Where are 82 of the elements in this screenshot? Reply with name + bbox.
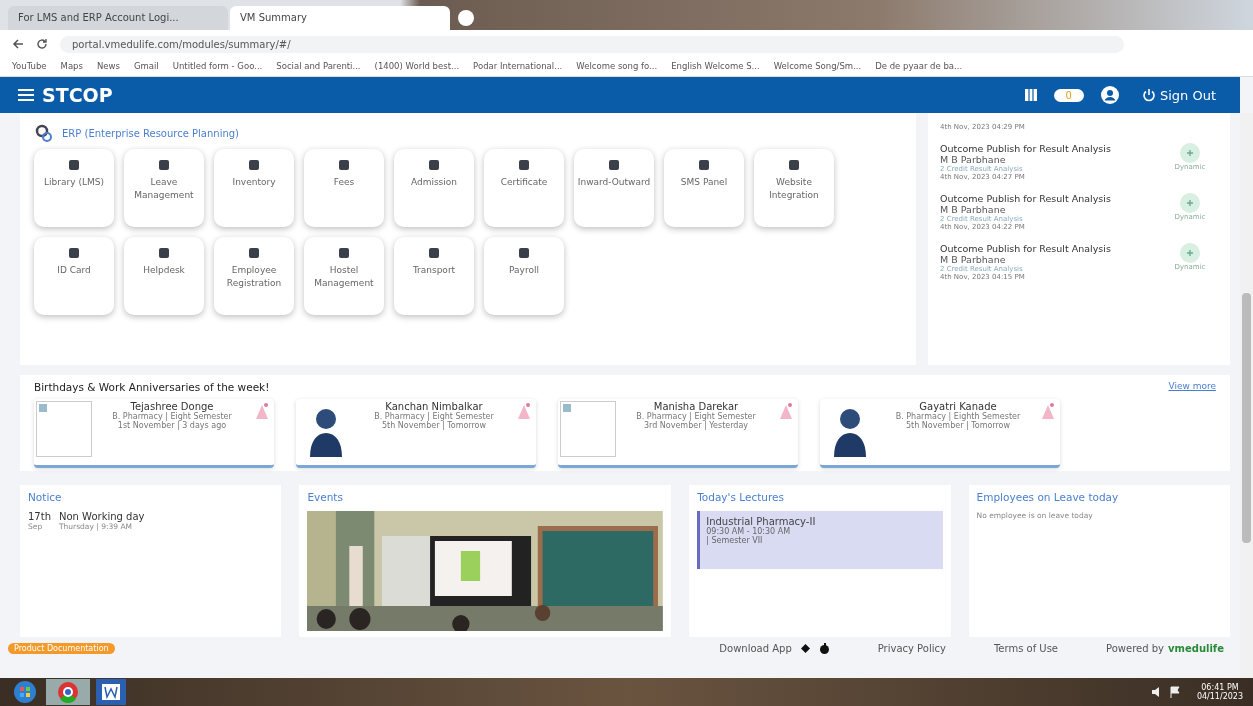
terms-link[interactable]: Terms of Use — [993, 642, 1059, 654]
activity-author: M B Parbhane — [940, 154, 1007, 165]
module-tile[interactable]: Library (LMS) — [34, 149, 114, 227]
bookmark[interactable]: Untitled form - Goo... — [172, 58, 263, 76]
person-course: B. Pharmacy | Eight Semester — [635, 412, 757, 421]
section-title: ERP (Enterprise Resource Planning) — [62, 127, 239, 139]
flag-icon[interactable] — [1168, 686, 1181, 698]
browser-tab[interactable]: VM Summary — [230, 6, 450, 30]
browser-taskbar-icon[interactable] — [46, 679, 90, 705]
module-tile[interactable]: ID Card — [34, 237, 114, 315]
document-taskbar-icon[interactable] — [96, 679, 126, 705]
bookmark[interactable]: Podar International... — [473, 58, 563, 76]
module-tile[interactable]: Admission — [394, 149, 474, 227]
module-tile[interactable]: Certificate — [484, 149, 564, 227]
user-icon[interactable] — [1099, 85, 1120, 105]
privacy-link[interactable]: Privacy Policy — [877, 642, 946, 654]
card-title: Today's Lectures — [697, 491, 785, 503]
section-title: Birthdays & Work Anniversaries of the week! — [34, 381, 270, 393]
module-tile[interactable]: Employee Registration — [214, 237, 294, 315]
brand-title: STCOP — [42, 84, 113, 106]
person-date: 5th November | Tomorrow — [380, 421, 487, 430]
person-name: Tejashree Donge — [129, 401, 214, 412]
plus-icon — [1180, 243, 1200, 263]
vendor-link[interactable]: vmedulife — [1168, 642, 1224, 654]
person-name: Kanchan Nimbalkar — [384, 401, 484, 412]
reload-icon[interactable] — [36, 38, 48, 50]
bookmark[interactable]: Gmail — [133, 58, 159, 76]
activity-title: Outcome Publish for Result Analysis — [940, 243, 1112, 254]
new-tab-icon[interactable] — [458, 10, 474, 26]
notice-title[interactable]: Non Working day — [59, 511, 145, 522]
menu-icon[interactable] — [18, 88, 34, 102]
module-tile[interactable]: Website Integration — [754, 149, 834, 227]
person-date: 3rd November | Yesterday — [642, 421, 750, 430]
scrollbar-thumb[interactable] — [1242, 293, 1251, 543]
activity-title: Outcome Publish for Result Analysis — [940, 193, 1112, 204]
card-title: Events — [307, 491, 344, 503]
grid-icon[interactable] — [1023, 88, 1038, 102]
module-tile[interactable]: Leave Management — [124, 149, 204, 227]
person-date: 1st November | 3 days ago — [116, 421, 228, 430]
bookmark[interactable]: Maps — [60, 58, 83, 76]
person-date: 5th November | Tomorrow — [904, 421, 1011, 430]
module-tile[interactable]: Fees — [304, 149, 384, 227]
bookmark[interactable]: (1400) World best... — [374, 58, 460, 76]
bookmark[interactable]: De de pyaar de ba... — [875, 58, 963, 76]
bookmark[interactable]: YouTube — [12, 58, 47, 76]
plus-icon — [1180, 143, 1200, 163]
address-bar[interactable]: portal.vmedulife.com/modules/summary/#/ — [60, 35, 1124, 53]
apple-icon[interactable] — [818, 642, 830, 654]
lecture-item[interactable]: Industrial Pharmacy-II 09:30 AM - 10:30 AM | Semester VII — [697, 511, 943, 569]
plus-icon — [1180, 193, 1200, 213]
bookmark[interactable]: Welcome Song/Sm... — [773, 58, 862, 76]
taskbar-clock[interactable]: 06:41 PM 04/11/2023 — [1196, 683, 1243, 701]
module-tile[interactable]: Hostel Management — [304, 237, 384, 315]
activity-title: Outcome Publish for Result Analysis — [940, 143, 1112, 154]
gears-icon — [34, 123, 54, 143]
powered-by-text: Powered by — [1106, 642, 1164, 654]
download-app-text: Download App — [719, 642, 792, 654]
view-more-link[interactable]: View more — [1168, 381, 1216, 393]
module-tile[interactable]: Inward-Outward — [574, 149, 654, 227]
module-tile[interactable]: Transport — [394, 237, 474, 315]
person-course: B. Pharmacy | Eight Semester — [111, 412, 233, 421]
module-tile[interactable]: Inventory — [214, 149, 294, 227]
activity-author: M B Parbhane — [940, 254, 1007, 265]
power-icon — [1141, 88, 1156, 102]
activity-author: M B Parbhane — [940, 204, 1007, 215]
back-icon[interactable] — [12, 38, 24, 50]
card-title: Notice — [28, 491, 63, 503]
bookmark[interactable]: Social and Parenti... — [276, 58, 361, 76]
person-course: B. Pharmacy | Eighth Semester — [894, 412, 1022, 421]
bookmark[interactable]: News — [96, 58, 120, 76]
bookmark[interactable]: English Welcome S... — [671, 58, 760, 76]
person-name: Manisha Darekar — [652, 401, 740, 412]
browser-tab[interactable]: For LMS and ERP Account Logi... — [8, 6, 228, 30]
module-tile[interactable]: SMS Panel — [664, 149, 744, 227]
bookmark[interactable]: Welcome song fo... — [576, 58, 658, 76]
person-name: Gayatri Kanade — [919, 401, 997, 412]
card-title: Employees on Leave today — [976, 491, 1120, 503]
sign-out-button[interactable]: Sign Out — [1135, 86, 1222, 104]
module-tile[interactable]: Payroll — [484, 237, 564, 315]
person-course: B. Pharmacy | Eight Semester — [373, 412, 495, 421]
module-tile[interactable]: Helpdesk — [124, 237, 204, 315]
notice-day: 17th — [28, 511, 51, 522]
